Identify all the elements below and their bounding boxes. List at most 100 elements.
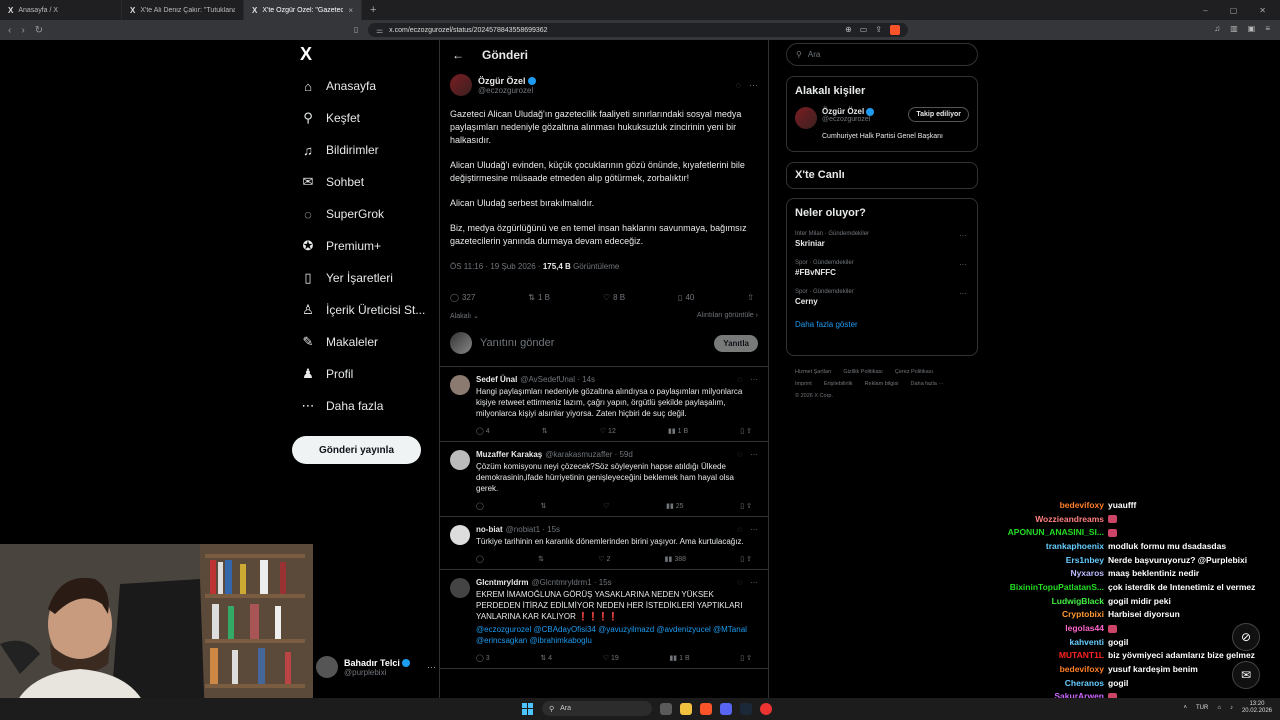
share-button[interactable]: ⇧ — [747, 293, 754, 302]
more-icon[interactable]: ··· — [959, 231, 967, 240]
zoom-icon[interactable]: ⊕ — [845, 25, 852, 35]
reply-button[interactable]: ◯ 327 — [450, 293, 475, 302]
sidebar-item-0[interactable]: ⌂ Anasayfa — [292, 70, 432, 102]
like-button[interactable]: ♡ 19 — [603, 654, 619, 662]
sidebar-item-4[interactable]: ◌ SuperGrok — [292, 198, 432, 230]
reply-author-name[interactable]: Muzaffer Karakaş — [476, 450, 542, 459]
avatar[interactable] — [450, 525, 470, 545]
avatar[interactable] — [450, 450, 470, 470]
author-name[interactable]: Özgür Özel — [478, 76, 536, 86]
reply-button[interactable]: ◯ — [476, 502, 484, 510]
playlist-icon[interactable]: ♫ — [1214, 24, 1220, 33]
sidebar-item-8[interactable]: ✎ Makaleler — [292, 326, 432, 358]
file-explorer-icon[interactable] — [680, 702, 692, 715]
reply-button[interactable]: ◯ 4 — [476, 427, 490, 435]
avatar[interactable] — [450, 578, 470, 598]
chat-username[interactable]: Wozzieandreams — [990, 514, 1104, 524]
chat-username[interactable]: trankaphoenix — [990, 541, 1104, 551]
grok-icon[interactable]: ◌ — [737, 375, 742, 384]
bookmark-share[interactable]: ▯ ⇧ — [740, 654, 752, 662]
avatar[interactable] — [450, 375, 470, 395]
like-button[interactable]: ♡ 8 B — [603, 293, 625, 302]
author-handle[interactable]: @eczozgurozel — [478, 86, 536, 95]
reply-button[interactable]: ◯ 3 — [476, 654, 490, 662]
reply-author-name[interactable]: Glcntmryldrm — [476, 578, 528, 587]
browser-tab-2[interactable]: X X'te Ali Deniz Çakır: "Tutuklanan Gaz — [122, 0, 244, 20]
avatar[interactable] — [795, 107, 817, 129]
cast-icon[interactable]: ▭ — [860, 25, 868, 35]
more-icon[interactable]: ··· — [750, 578, 758, 587]
more-icon[interactable]: ··· — [427, 662, 436, 672]
footer-link[interactable]: Gizlilik Politikası — [843, 369, 882, 375]
bookmark-share[interactable]: ▯ ⇧ — [740, 502, 752, 510]
bookmark-share[interactable]: ▯ ⇧ — [740, 555, 752, 563]
share-icon[interactable]: ⇪ — [875, 25, 882, 35]
windows-start-icon[interactable] — [522, 702, 534, 715]
tray-chevron-icon[interactable]: ˄ — [1183, 705, 1187, 711]
new-tab-button[interactable]: + — [362, 4, 384, 16]
views-button[interactable]: ▮▮ 25 — [666, 502, 683, 510]
like-button[interactable]: ♡ — [603, 502, 609, 510]
network-icon[interactable]: ⌂ — [1217, 705, 1221, 711]
views-button[interactable]: ▮▮ 388 — [665, 555, 686, 563]
retweet-button[interactable]: ⇅ 4 — [540, 654, 552, 662]
retweet-button[interactable]: ⇅ — [542, 427, 548, 435]
x-live-card[interactable]: X'te Canlı — [786, 162, 978, 189]
more-icon[interactable]: ··· — [959, 289, 967, 298]
bookmark-share[interactable]: ▯ ⇧ — [740, 427, 752, 435]
chat-username[interactable]: APONUN_ANASINI_SI... — [990, 527, 1104, 537]
reload-icon[interactable]: ↻ — [35, 25, 43, 36]
sidebar-item-1[interactable]: ⚲ Keşfet — [292, 102, 432, 134]
back-icon[interactable]: ‹ — [8, 25, 11, 36]
more-icon[interactable]: ··· — [750, 375, 758, 384]
search-input[interactable]: ⚲ Ara — [786, 43, 978, 66]
footer-link[interactable]: Imprint — [795, 381, 812, 387]
footer-link[interactable]: Hizmet Şartları — [795, 369, 831, 375]
post-button[interactable]: Gönderi yayınla — [292, 436, 421, 464]
reply-author-name[interactable]: no-biat — [476, 525, 503, 534]
views-button[interactable]: ▮▮ 1 B — [669, 654, 689, 662]
browser-tab-1[interactable]: X Anasayfa / X — [0, 0, 122, 20]
more-icon[interactable]: ··· — [750, 525, 758, 534]
brave-browser-icon[interactable] — [700, 702, 712, 715]
reply-tweet[interactable]: Muzaffer Karakaş @karakasmuzaffer · 59d ◌ ·… — [440, 442, 768, 517]
person-row[interactable]: Özgür Özel @eczozgurozel Takip ediliyor — [795, 107, 969, 129]
related-dropdown[interactable]: Alakalı ⌄ — [450, 312, 479, 320]
forward-icon[interactable]: › — [21, 25, 24, 36]
trend-item[interactable]: Spor · Gündemdekiler #FBvNFFC ··· — [795, 260, 969, 277]
browser-tab-3[interactable]: X X'te Özgür Özel: "Gazeteci Alican × — [244, 0, 362, 20]
back-arrow-icon[interactable]: ← — [452, 48, 464, 62]
reply-tweet[interactable]: no-biat @nobiat1 · 15s ◌ ··· Türkiye tarihin… — [440, 517, 768, 570]
chat-username[interactable]: bedevifoxy — [990, 664, 1104, 674]
reply-author-name[interactable]: Sedef Ünal — [476, 375, 517, 384]
grok-icon[interactable]: ◌ — [737, 525, 742, 534]
retweet-button[interactable]: ⇅ 1 B — [528, 293, 550, 302]
chat-username[interactable]: Ers1nbey — [990, 555, 1104, 565]
sidebar-item-2[interactable]: ♫ Bildirimler — [292, 134, 432, 166]
site-settings-icon[interactable]: ⚌ — [376, 26, 383, 35]
chat-username[interactable]: MUTANT1L — [990, 650, 1104, 660]
views-button[interactable]: ▮▮ 1 B — [668, 427, 688, 435]
grok-icon[interactable]: ◌ — [737, 450, 742, 459]
obs-icon[interactable] — [760, 702, 772, 715]
avatar[interactable] — [450, 74, 472, 96]
grok-float-icon[interactable]: ⊘ — [1232, 623, 1260, 651]
grok-icon[interactable]: ◌ — [737, 578, 742, 587]
sidebar-item-9[interactable]: ♟ Profil — [292, 358, 432, 390]
taskbar-search[interactable]: ⚲ Ara — [542, 701, 652, 716]
chat-username[interactable]: legolas44 — [990, 623, 1104, 633]
retweet-button[interactable]: ⇅ — [538, 555, 544, 563]
reply-mentions[interactable]: @eczozgurozel @CBAdayOfisi34 @yavuzyilma… — [476, 624, 758, 646]
sidebar-icon[interactable]: ▥ — [1230, 24, 1238, 33]
footer-link[interactable]: Erişilebilirlik — [824, 381, 853, 387]
menu-icon[interactable]: ≡ — [1265, 24, 1270, 33]
more-icon[interactable]: ··· — [749, 80, 758, 90]
grok-icon[interactable]: ◌ — [736, 80, 741, 90]
sidebar-item-3[interactable]: ✉ Sohbet — [292, 166, 432, 198]
volume-icon[interactable]: ♪ — [1230, 705, 1233, 711]
maximize-icon[interactable]: ▢ — [1230, 6, 1238, 15]
more-icon[interactable]: ··· — [959, 260, 967, 269]
following-button[interactable]: Takip ediliyor — [908, 107, 969, 122]
url-bar[interactable]: ⚌ x.com/eczozgurozel/status/202457884355… — [368, 23, 908, 37]
footer-link[interactable]: Reklam bilgisi — [865, 381, 899, 387]
